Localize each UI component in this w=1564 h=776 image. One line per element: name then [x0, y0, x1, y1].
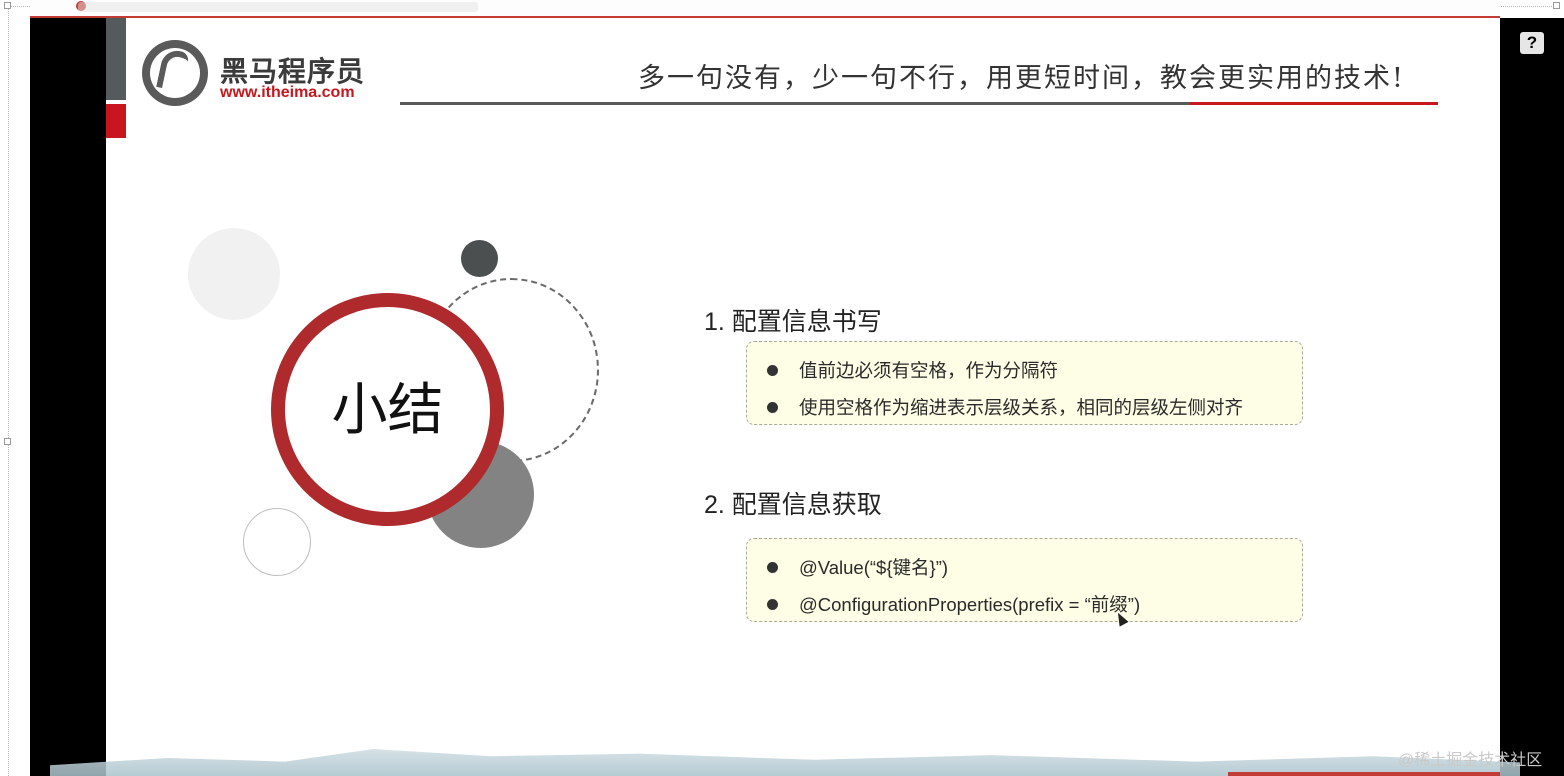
- slide: 黑马程序员 www.itheima.com 多一句没有，少一句不行，用更短时间，…: [106, 18, 1500, 776]
- list-item: 值前边必须有空格，作为分隔符: [767, 357, 1058, 383]
- list-item: @Value(“${键名}”): [767, 554, 948, 580]
- logo-horse-icon: [142, 40, 208, 106]
- decor-circle-outline: [243, 508, 311, 576]
- watermark: @稀土掘金技术社区: [1398, 752, 1543, 769]
- selection-border-left: [8, 6, 9, 776]
- help-icon[interactable]: ?: [1520, 32, 1544, 54]
- header-rule-red: [1190, 102, 1438, 105]
- section-box-read: @Value(“${键名}”) @ConfigurationProperties…: [746, 538, 1303, 622]
- section-box-write: 值前边必须有空格，作为分隔符 使用空格作为缩进表示层级关系，相同的层级左侧对齐: [746, 341, 1303, 425]
- bullet-icon: [767, 401, 778, 413]
- section-heading-read: 2. 配置信息获取: [704, 491, 882, 519]
- accent-bar-red: [106, 104, 126, 138]
- decor-circle-dark: [461, 240, 498, 277]
- bullet-icon: [767, 598, 778, 610]
- resize-handle-top-left[interactable]: [4, 2, 11, 9]
- resize-handle-top-right[interactable]: [1553, 2, 1560, 9]
- slogan: 多一句没有，少一句不行，用更短时间，教会更实用的技术!: [638, 63, 1405, 94]
- window-title-strip: [30, 0, 1500, 18]
- bullet-icon: [767, 561, 778, 573]
- summary-ring: 小结: [271, 293, 504, 526]
- blurred-title: [78, 2, 478, 12]
- progress-accent: [1228, 772, 1500, 776]
- resize-handle-left[interactable]: [4, 438, 11, 445]
- summary-title: 小结: [331, 378, 444, 441]
- section-heading-write: 1. 配置信息书写: [704, 308, 882, 336]
- bullet-icon: [767, 364, 778, 376]
- header-rule-gray: [400, 102, 1190, 105]
- brand-url: www.itheima.com: [220, 84, 355, 101]
- list-item: @ConfigurationProperties(prefix = “前缀”): [767, 591, 1140, 617]
- decor-circle-light: [188, 228, 280, 320]
- accent-bar-gray: [106, 18, 126, 100]
- list-item: 使用空格作为缩进表示层级关系，相同的层级左侧对齐: [767, 394, 1243, 420]
